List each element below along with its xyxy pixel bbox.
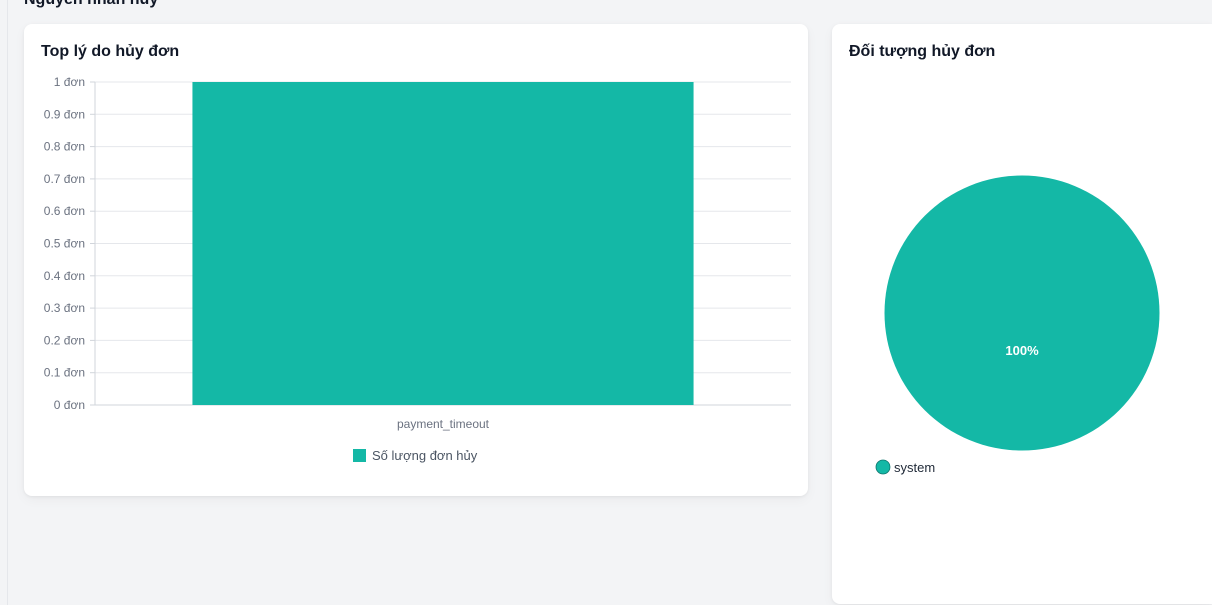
legend-label: Số lượng đơn hủy [372,448,478,463]
y-tick-label: 1 đơn [54,75,85,89]
page-left-rule [7,0,8,605]
pie-slice-label: 100% [1005,343,1039,358]
y-tick-label: 0 đơn [54,398,85,412]
bar-legend[interactable]: Số lượng đơn hủy [353,448,478,463]
legend-swatch [875,459,891,475]
cancel-reasons-card: Top lý do hủy đơn 0 đơn 0.1 đơn 0.2 đơn 0.3… [24,24,808,496]
y-tick-label: 0.3 đơn [44,301,85,315]
y-tick-label: 0.9 đơn [44,107,85,121]
section-title: Nguyên nhân hủy [24,0,158,10]
bar-chart: 0 đơn 0.1 đơn 0.2 đơn 0.3 đơn 0.4 đơn 0.5 đơn… [44,75,791,463]
y-tick-label: 0.7 đơn [44,172,85,186]
pie-chart: 100% system [875,175,1160,475]
pie-slice[interactable] [884,175,1160,451]
legend-label: system [894,460,935,475]
bar[interactable] [192,82,694,405]
y-tick-label: 0.2 đơn [44,333,85,347]
y-tick-label: 0.5 đơn [44,237,85,251]
y-tick-label: 0.4 đơn [44,269,85,283]
pie-legend-item[interactable]: system [875,459,935,475]
cancel-actor-card: Đối tượng hủy đơn 100% system [832,24,1212,604]
y-tick-label: 0.1 đơn [44,366,85,380]
legend-swatch [353,449,366,462]
y-tick-label: 0.6 đơn [44,204,85,218]
x-tick-label: payment_timeout [397,417,490,431]
y-tick-label: 0.8 đơn [44,140,85,154]
